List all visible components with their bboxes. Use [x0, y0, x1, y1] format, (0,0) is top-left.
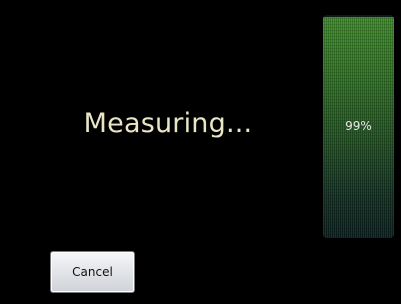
- cancel-button[interactable]: Cancel: [50, 251, 135, 293]
- progress-percent-label: 99%: [345, 119, 372, 133]
- measurement-screen: Measuring... 99% Cancel: [0, 0, 401, 304]
- measuring-status-text: Measuring...: [83, 108, 253, 139]
- progress-bar: 99%: [323, 15, 394, 238]
